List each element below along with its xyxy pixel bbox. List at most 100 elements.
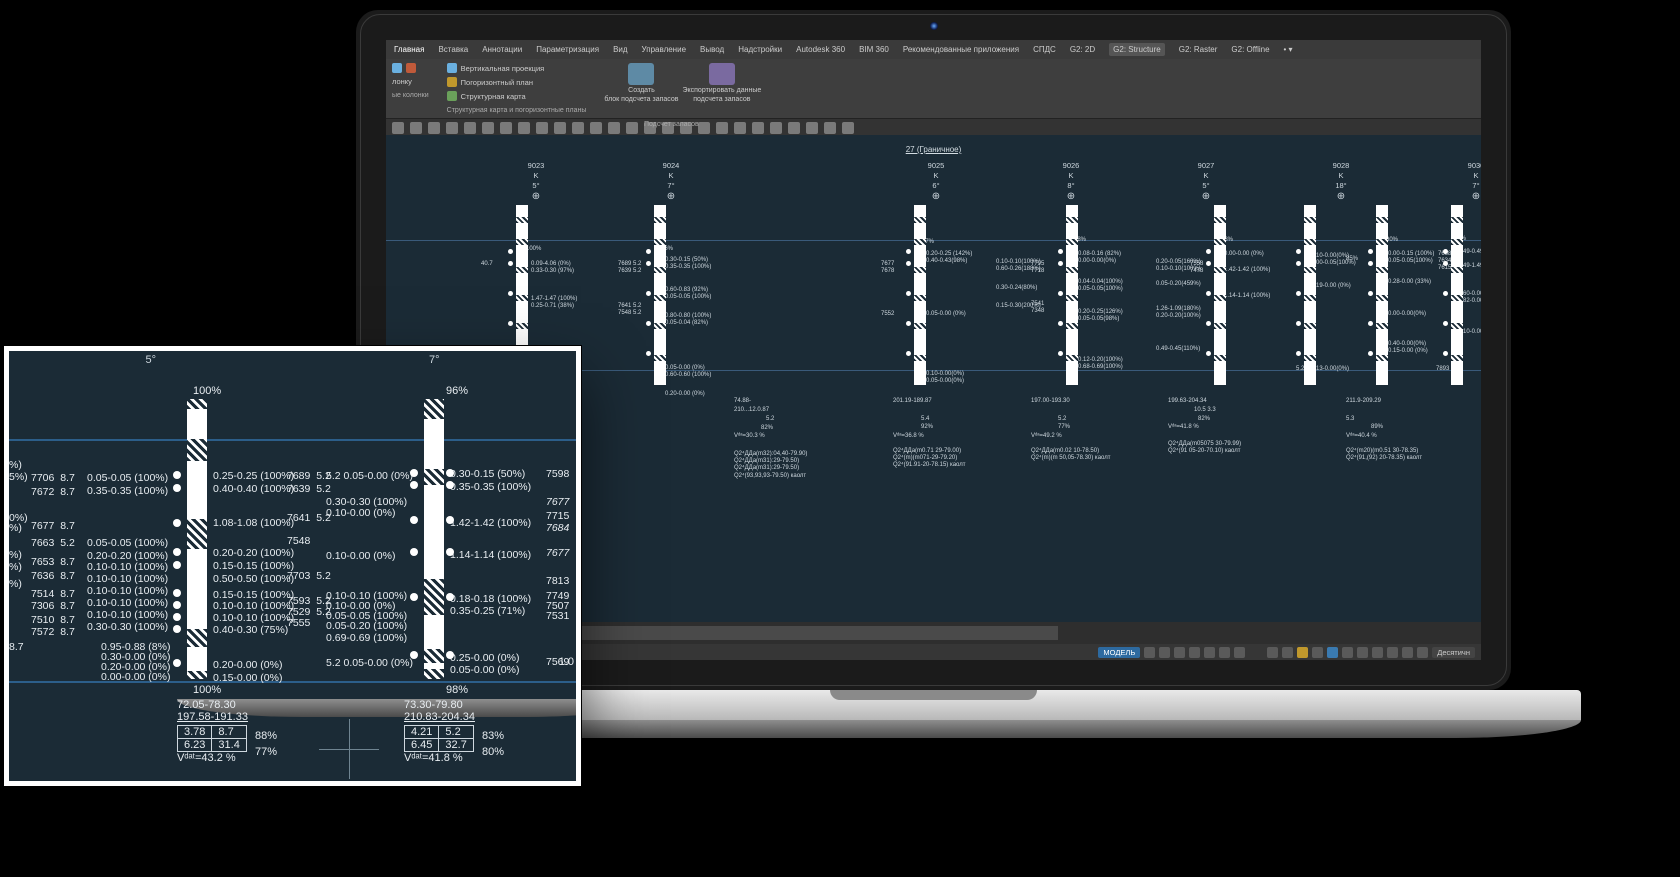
toolbar-icon[interactable] [464,122,476,134]
ribbon-item[interactable]: Вертикальная проекция [461,64,545,73]
ribbon-button-create-block[interactable]: Создать блок подсчета запасов [604,63,678,103]
menu-item[interactable]: G2: Raster [1179,45,1218,54]
toolbar-icon[interactable] [518,122,530,134]
status-icon[interactable] [1267,647,1278,658]
status-icon[interactable] [1282,647,1293,658]
range-label: 73.30-79.80 [404,699,581,711]
toolbar-icon[interactable] [626,122,638,134]
value-label: 0.28-0.00 (33%) [1388,279,1431,286]
lwt-icon[interactable] [1234,647,1245,658]
sample-dot-icon [1058,351,1063,356]
pct-label: 100% [193,384,221,399]
status-icon[interactable] [1402,647,1413,658]
grid-icon[interactable] [1144,647,1155,658]
ribbon-item[interactable]: Погоризонтный план [461,78,533,87]
menu-item[interactable]: G2: Structure [1109,43,1165,56]
status-icon[interactable] [1417,647,1428,658]
status-icon[interactable] [1357,647,1368,658]
horizon-line [9,681,576,683]
menu-item[interactable]: СПДС [1033,45,1056,54]
toolbar-icon[interactable] [698,122,710,134]
toolbar-icon[interactable] [608,122,620,134]
menu-item[interactable]: Управление [642,45,686,54]
sample-dot-icon [1296,321,1301,326]
id-label: 7653 8.7 [31,555,75,569]
sample-dot-icon [410,469,418,477]
toolbar-icon[interactable] [752,122,764,134]
units-label[interactable]: Десятичн [1432,647,1475,658]
person-icon[interactable] [1327,647,1338,658]
value-label: 7552 [881,311,894,318]
menu-more-icon[interactable]: • ▾ [1284,45,1293,54]
sample-dot-icon [508,261,513,266]
toolbar-icon[interactable] [572,122,584,134]
menu-item[interactable]: Вывод [700,45,724,54]
value-label: 0.80-0.80 (100%)0.05-0.04 (82%) [665,313,711,327]
menu-item[interactable]: Аннотации [482,45,522,54]
pct-label: 80% [482,745,504,760]
sample-dot-icon [1296,249,1301,254]
toolbar-icon[interactable] [554,122,566,134]
snap-icon[interactable] [1159,647,1170,658]
toolbar-icon[interactable] [500,122,512,134]
map-icon[interactable] [447,91,457,101]
toolbar-icon[interactable] [482,122,494,134]
ortho-icon[interactable] [1174,647,1185,658]
toolbar-icon[interactable] [842,122,854,134]
toolbar-icon[interactable] [734,122,746,134]
ribbon: лонку ые колонки Вертикальная проекция П… [386,59,1481,119]
menu-item[interactable]: BIM 360 [859,45,889,54]
value-label: 0.20-0.25(126%)0.05-0.05(98%) [1078,309,1123,323]
plus-icon[interactable] [392,63,402,73]
menu-item[interactable]: G2: Offline [1231,45,1269,54]
status-icon[interactable] [1342,647,1353,658]
well-column [1376,205,1388,385]
menu-item[interactable]: Надстройки [738,45,782,54]
toolbar-icon[interactable] [428,122,440,134]
well-column [654,205,666,385]
toolbar-icon[interactable] [536,122,548,134]
toolbar-icon[interactable] [392,122,404,134]
menu-item[interactable]: Главная [394,45,424,54]
menu-bar[interactable]: Главная Вставка Аннотации Параметризация Вид… [386,40,1481,59]
well-header: 9025K6°⊕ [876,161,996,203]
value-label: 0.35-0.35 (100%) [450,480,531,494]
polar-icon[interactable] [1189,647,1200,658]
menu-item[interactable]: Вид [613,45,627,54]
toolbar-icon[interactable] [788,122,800,134]
status-icon[interactable] [1372,647,1383,658]
status-icon[interactable] [1312,647,1323,658]
toolbar-icon[interactable] [446,122,458,134]
toolbar-icon[interactable] [410,122,422,134]
gear-icon[interactable] [1297,647,1308,658]
osnap-icon[interactable] [1204,647,1215,658]
swatch-icon[interactable] [406,63,416,73]
menu-item[interactable]: G2: 2D [1070,45,1095,54]
value-label: 1.42-1.42 (100%) [1224,267,1270,274]
status-icon[interactable] [1387,647,1398,658]
menu-item[interactable]: Рекомендованные приложения [903,45,1019,54]
menu-item[interactable]: Autodesk 360 [796,45,845,54]
toolbar-icon[interactable] [770,122,782,134]
well-header: 9027K5°⊕ [1146,161,1266,203]
value-label: Vᵈᵃ=36.8 % [893,433,924,440]
value-label: 0.12-0.20(100%)0.68-0.69(100%) [1078,357,1123,371]
menu-item[interactable]: Параметризация [536,45,599,54]
toolbar-icon[interactable] [590,122,602,134]
camera-icon [930,22,938,30]
model-space-button[interactable]: МОДЕЛЬ [1098,647,1140,658]
value-label: Q2⁴ДДа(m0.02 10-78.50)Q2⁴(m)(m 50,05-78.… [1031,448,1110,462]
value-label: %) [9,560,22,574]
ribbon-button-export[interactable]: Экспортировать данные подсчета запасов [682,63,761,103]
menu-item[interactable]: Вставка [438,45,468,54]
track-icon[interactable] [1219,647,1230,658]
toolbar-icon[interactable] [824,122,836,134]
ribbon-item[interactable]: Структурная карта [461,92,526,101]
toolbar-icon[interactable] [716,122,728,134]
layer-icon[interactable] [447,63,457,73]
sample-dot-icon [446,481,454,489]
value-label: 1.14-1.14 (100%) [450,548,531,562]
plan-icon[interactable] [447,77,457,87]
toolbar-icon[interactable] [806,122,818,134]
ribbon-group-title: Структурная карта и погоризонтные планы [447,107,587,114]
